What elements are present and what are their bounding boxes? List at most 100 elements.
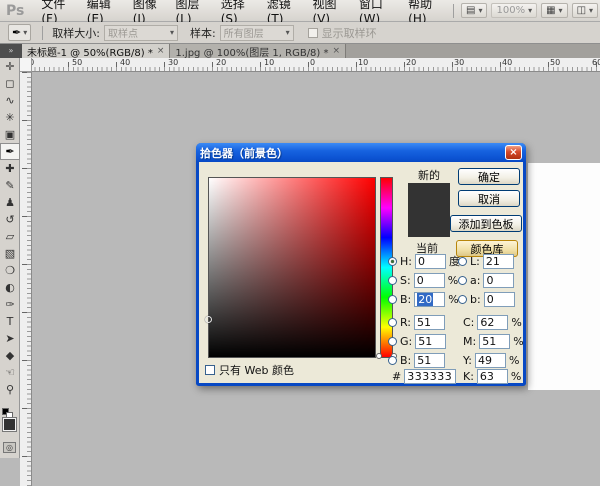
eyedropper-tool[interactable]: ✒ <box>0 143 20 160</box>
gradient-tool[interactable]: ▧ <box>0 245 20 262</box>
crop-tool[interactable]: ▣ <box>0 126 20 143</box>
zoom-tool[interactable]: ⚲ <box>0 381 20 398</box>
r-input[interactable]: 51 <box>414 315 445 330</box>
vertical-ruler <box>20 72 32 486</box>
radio-icon[interactable] <box>388 276 397 285</box>
lab-l-row: L: 21 <box>458 253 514 269</box>
close-icon[interactable]: × <box>505 145 522 160</box>
b-input[interactable]: 20 <box>414 292 445 307</box>
cancel-button[interactable]: 取消 <box>458 190 520 207</box>
tab-1-jpg[interactable]: 1.jpg @ 100%(图层 1, RGB/8) * × <box>170 44 346 58</box>
path-select-icon: ➤ <box>5 332 14 345</box>
sample-size-select[interactable]: 取样点 ▾ <box>104 25 178 41</box>
radio-icon[interactable] <box>388 356 397 365</box>
m-label: M: <box>463 335 476 348</box>
color-picker-dialog: 拾色器（前景色） × 新的 当前 确定 取消 添加到色板 颜色库 H: 0 <box>196 143 526 386</box>
rgb-b-input[interactable]: 51 <box>414 353 445 368</box>
radio-icon[interactable] <box>458 257 467 266</box>
screen-mode-icon: ◫ <box>577 5 586 16</box>
clone-stamp-icon: ♟ <box>5 196 15 209</box>
ok-button[interactable]: 确定 <box>458 168 520 185</box>
show-sampling-ring-label: 显示取样环 <box>322 25 377 41</box>
dodge-tool[interactable]: ◐ <box>0 279 20 296</box>
h-input[interactable]: 0 <box>415 254 446 269</box>
lab-b-row: b: 0 <box>458 291 515 307</box>
green-row: G: 51 <box>388 333 446 349</box>
radio-icon[interactable] <box>458 295 467 304</box>
new-color-label: 新的 <box>418 167 440 183</box>
shape-tool[interactable]: ◆ <box>0 347 20 364</box>
y-input[interactable]: 49 <box>475 353 506 368</box>
marquee-tool[interactable]: ◻ <box>0 75 20 92</box>
blur-tool[interactable]: ❍ <box>0 262 20 279</box>
pen-tool[interactable]: ✑ <box>0 296 20 313</box>
hex-input[interactable]: 333333 <box>404 369 456 384</box>
radio-icon[interactable] <box>388 337 397 346</box>
eraser-tool[interactable]: ▱ <box>0 228 20 245</box>
add-to-swatches-button[interactable]: 添加到色板 <box>450 215 522 232</box>
brush-tool[interactable]: ✎ <box>0 177 20 194</box>
hue-row: H: 0 度 <box>388 253 460 269</box>
lab-a-row: a: 0 <box>458 272 514 288</box>
chevron-down-icon: ▾ <box>286 28 290 37</box>
radio-icon[interactable] <box>458 276 467 285</box>
history-brush-icon: ↺ <box>5 213 14 226</box>
hand-tool[interactable]: ☜ <box>0 364 20 381</box>
lab-b-input[interactable]: 0 <box>484 292 515 307</box>
ruler-label: 50 <box>72 58 82 67</box>
hex-label: # <box>392 370 401 383</box>
l-input[interactable]: 21 <box>483 254 514 269</box>
zoom-level-dropdown[interactable]: 100% ▾ <box>491 3 537 18</box>
clone-stamp-tool[interactable]: ♟ <box>0 194 20 211</box>
tool-preset-picker[interactable]: ✒ ▾ <box>8 24 31 41</box>
radio-icon[interactable] <box>388 295 397 304</box>
launch-bridge-icon: ▤ <box>466 5 475 16</box>
close-icon[interactable]: × <box>333 46 341 56</box>
h-label: H: <box>400 255 412 268</box>
s-input[interactable]: 0 <box>414 273 445 288</box>
launch-bridge-button[interactable]: ▤ ▾ <box>461 3 487 18</box>
color-field-marker[interactable] <box>205 316 212 323</box>
toolbox-panel-header[interactable]: » <box>0 44 22 58</box>
move-tool[interactable]: ✛ <box>0 58 20 75</box>
quick-select-tool[interactable]: ✳ <box>0 109 20 126</box>
lab-b-label: b: <box>470 293 481 306</box>
menubar-separator <box>453 4 454 18</box>
web-colors-only-checkbox[interactable]: 只有 Web 颜色 <box>205 362 294 378</box>
a-input[interactable]: 0 <box>483 273 514 288</box>
pen-icon: ✑ <box>5 298 14 311</box>
show-sampling-ring-checkbox[interactable]: 显示取样环 <box>308 25 377 41</box>
m-input[interactable]: 51 <box>479 334 510 349</box>
hue-slider-marker[interactable] <box>376 353 382 359</box>
radio-icon[interactable] <box>388 318 397 327</box>
history-brush-tool[interactable]: ↺ <box>0 211 20 228</box>
lasso-tool[interactable]: ∿ <box>0 92 20 109</box>
dialog-title: 拾色器（前景色） <box>200 145 505 161</box>
eyedropper-icon: ✒ <box>5 145 14 158</box>
path-select-tool[interactable]: ➤ <box>0 330 20 347</box>
document-canvas[interactable] <box>528 163 600 390</box>
sample-size-label: 取样大小: <box>52 25 100 41</box>
sample-select[interactable]: 所有图层 ▾ <box>220 25 294 41</box>
quick-mask-button[interactable]: ◎ <box>3 442 16 453</box>
checkbox-icon <box>205 365 215 375</box>
radio-icon[interactable] <box>388 257 397 266</box>
saturation-brightness-field[interactable] <box>208 177 376 358</box>
screen-mode-button[interactable]: ◫ ▾ <box>572 3 598 18</box>
close-icon[interactable]: × <box>157 46 165 56</box>
tab-untitled-1[interactable]: 未标题-1 @ 50%(RGB/8) * × <box>22 44 170 58</box>
dialog-title-bar[interactable]: 拾色器（前景色） × <box>196 143 526 162</box>
type-tool[interactable]: T <box>0 313 20 330</box>
c-input[interactable]: 62 <box>477 315 508 330</box>
view-extras-button[interactable]: ▦ ▾ <box>541 3 567 18</box>
healing-brush-tool[interactable]: ✚ <box>0 160 20 177</box>
default-colors-icon[interactable] <box>2 408 9 415</box>
g-label: G: <box>400 335 412 348</box>
chevron-down-icon: ▾ <box>559 6 563 15</box>
hand-icon: ☜ <box>5 366 15 379</box>
ruler-label: 10 <box>358 58 368 67</box>
k-input[interactable]: 63 <box>477 369 508 384</box>
a-label: a: <box>470 274 480 287</box>
g-input[interactable]: 51 <box>415 334 446 349</box>
foreground-color-swatch[interactable] <box>3 418 16 431</box>
